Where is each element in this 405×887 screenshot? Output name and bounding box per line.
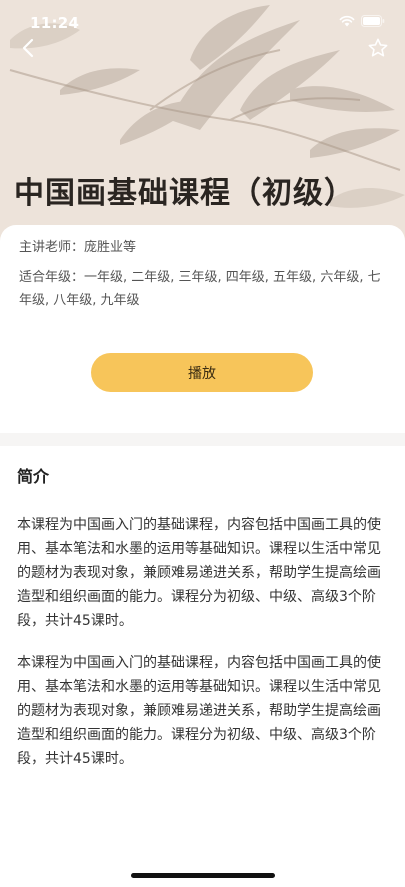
intro-heading: 简介 [17, 467, 50, 486]
status-bar: 11:24 [0, 0, 405, 44]
wifi-icon [339, 15, 355, 27]
play-button[interactable]: 播放 [91, 353, 313, 392]
favorite-button[interactable] [363, 33, 393, 63]
intro-section: 简介 本课程为中国画入门的基础课程，内容包括中国画工具的使用、基本笔法和水墨的运… [0, 446, 405, 887]
intro-paragraph: 本课程为中国画入门的基础课程，内容包括中国画工具的使用、基本笔法和水墨的运用等基… [17, 655, 381, 767]
course-title: 中国画基础课程（初级） [14, 176, 355, 211]
course-info-card: 主讲老师：庞胜业等 适合年级：一年级, 二年级, 三年级, 四年级, 五年级, … [0, 225, 405, 433]
back-button[interactable] [14, 34, 42, 62]
hero-banner: 11:24 中国画基础课程（初级） [0, 0, 405, 250]
battery-icon [361, 15, 385, 27]
status-time: 11:24 [30, 14, 80, 32]
grade-label: 适合年级：一年级, 二年级, 三年级, 四年级, 五年级, 六年级, 七年级, … [19, 270, 381, 308]
chevron-left-icon [22, 38, 34, 58]
intro-paragraph: 本课程为中国画入门的基础课程，内容包括中国画工具的使用、基本笔法和水墨的运用等基… [17, 517, 381, 629]
status-icons [339, 15, 385, 27]
home-indicator[interactable] [131, 873, 275, 878]
teacher-label: 主讲老师：庞胜业等 [19, 240, 137, 255]
star-outline-icon [368, 38, 388, 57]
